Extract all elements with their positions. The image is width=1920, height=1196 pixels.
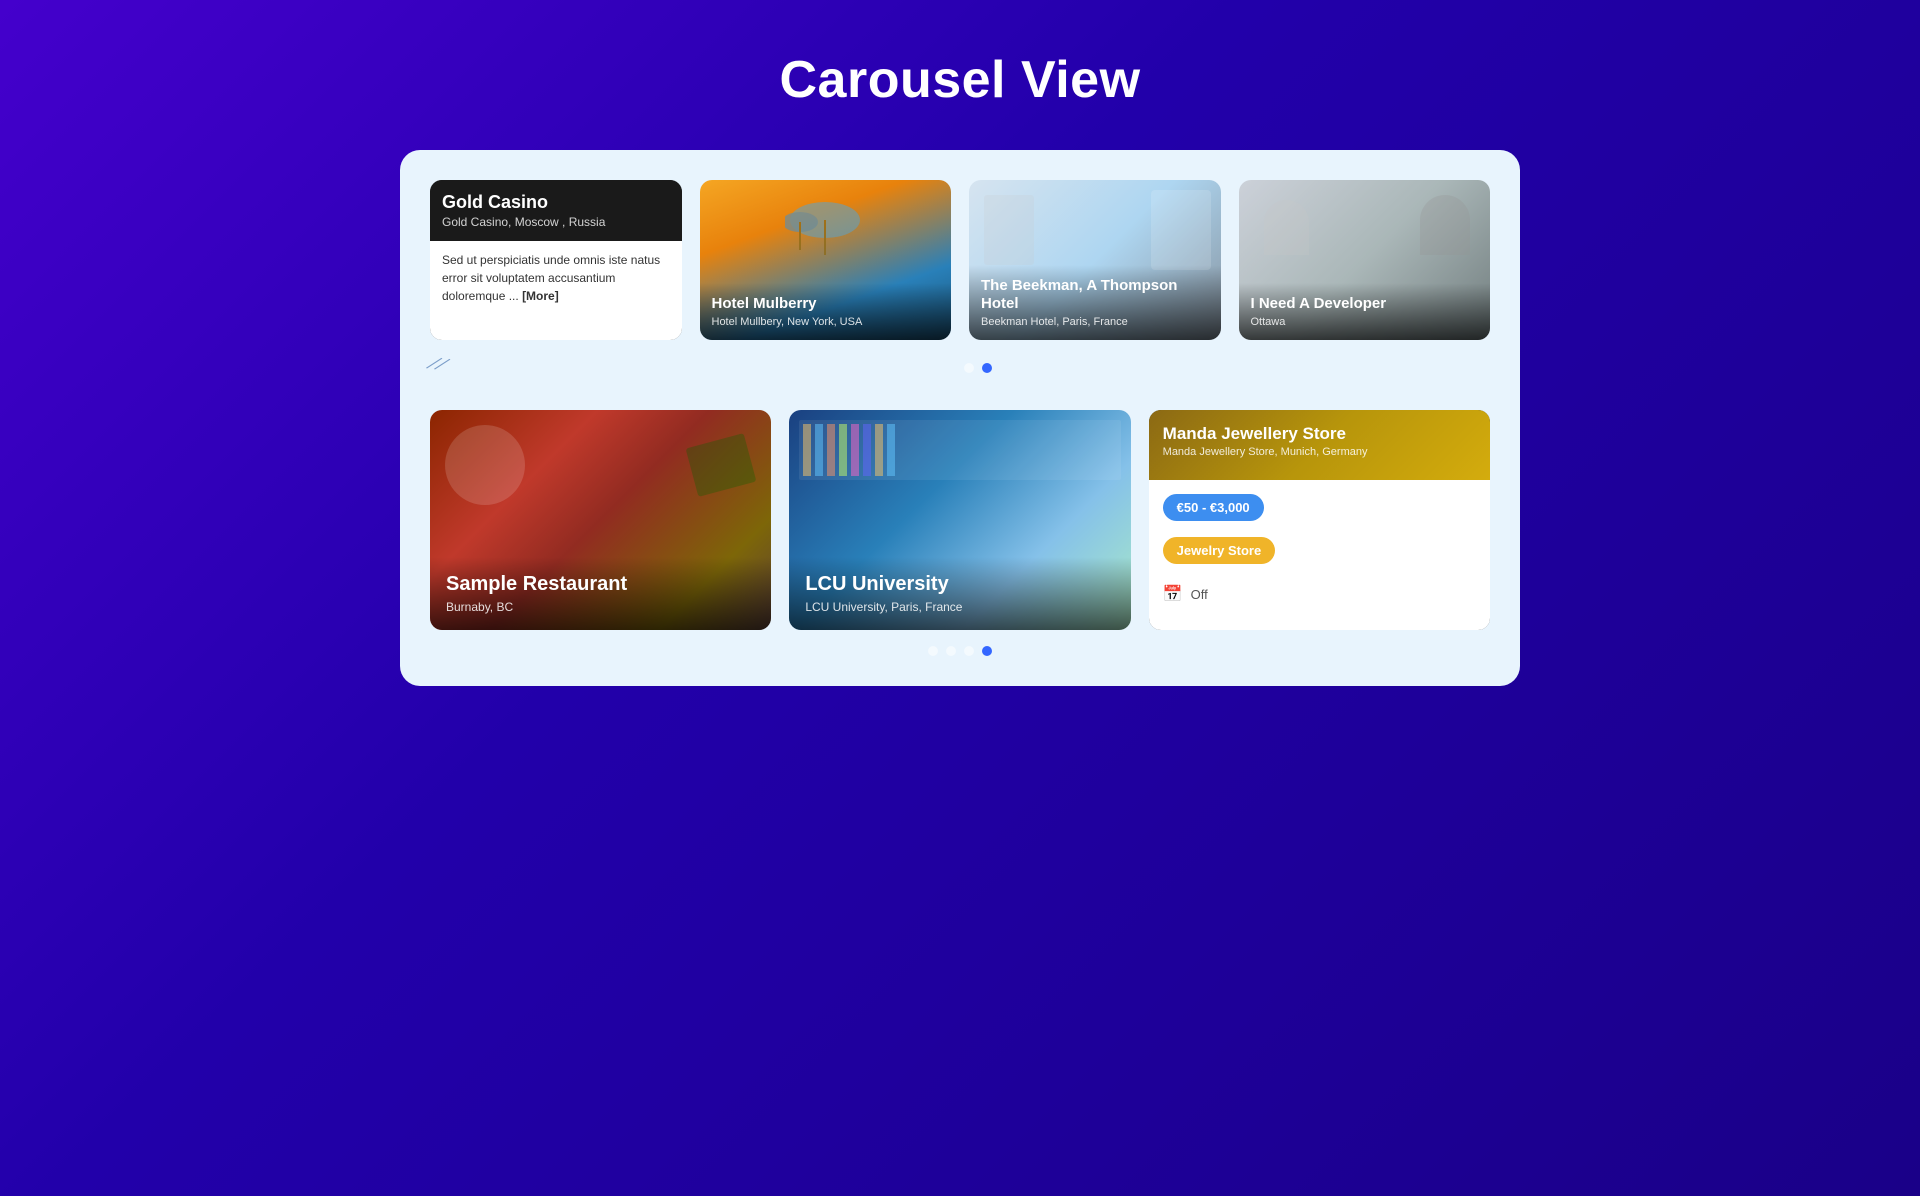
category-badge: Jewelry Store bbox=[1163, 537, 1276, 564]
top-carousel: Gold Casino Gold Casino, Moscow , Russia… bbox=[430, 180, 1490, 380]
casino-more[interactable]: [More] bbox=[522, 289, 559, 303]
casino-subtitle: Gold Casino, Moscow , Russia bbox=[442, 215, 670, 229]
beekman-subtitle: Beekman Hotel, Paris, France bbox=[981, 316, 1209, 328]
developer-subtitle: Ottawa bbox=[1251, 316, 1479, 328]
card-jewellery[interactable]: Manda Jewellery Store Manda Jewellery St… bbox=[1149, 410, 1490, 630]
hotel-mulberry-subtitle: Hotel Mullbery, New York, USA bbox=[712, 316, 940, 328]
price-badge: €50 - €3,000 bbox=[1163, 494, 1264, 521]
restaurant-title: Sample Restaurant bbox=[446, 573, 755, 596]
top-dot-1[interactable] bbox=[964, 363, 974, 373]
card-beekman[interactable]: The Beekman, A Thompson Hotel Beekman Ho… bbox=[969, 180, 1221, 340]
page-header: Carousel View bbox=[0, 0, 1920, 150]
card-university[interactable]: LCU University LCU University, Paris, Fr… bbox=[789, 410, 1130, 630]
university-title: LCU University bbox=[805, 573, 1114, 596]
beekman-title: The Beekman, A Thompson Hotel bbox=[981, 277, 1209, 313]
restaurant-subtitle: Burnaby, BC bbox=[446, 600, 755, 614]
top-dot-2[interactable] bbox=[982, 363, 992, 373]
bottom-carousel: Sample Restaurant Burnaby, BC bbox=[430, 410, 1490, 656]
developer-title: I Need A Developer bbox=[1251, 295, 1479, 313]
jewellery-title: Manda Jewellery Store bbox=[1163, 424, 1476, 444]
carousel-container: Gold Casino Gold Casino, Moscow , Russia… bbox=[400, 150, 1520, 686]
bottom-dot-2[interactable] bbox=[946, 646, 956, 656]
casino-title: Gold Casino bbox=[442, 192, 670, 213]
card-gold-casino[interactable]: Gold Casino Gold Casino, Moscow , Russia… bbox=[430, 180, 682, 340]
bottom-dot-3[interactable] bbox=[964, 646, 974, 656]
card-developer[interactable]: I Need A Developer Ottawa bbox=[1239, 180, 1491, 340]
bottom-dot-1[interactable] bbox=[928, 646, 938, 656]
top-dots bbox=[467, 363, 1490, 373]
status-label: Off bbox=[1191, 587, 1208, 602]
card-restaurant[interactable]: Sample Restaurant Burnaby, BC bbox=[430, 410, 771, 630]
hotel-mulberry-title: Hotel Mulberry bbox=[712, 295, 940, 313]
status-row: 📅 Off bbox=[1163, 584, 1476, 604]
bottom-dots bbox=[430, 646, 1490, 656]
jewellery-subtitle: Manda Jewellery Store, Munich, Germany bbox=[1163, 446, 1476, 458]
top-cards-row: Gold Casino Gold Casino, Moscow , Russia… bbox=[430, 180, 1490, 340]
carousel-arrow-left: ╱ ╱ bbox=[430, 356, 447, 372]
page-title: Carousel View bbox=[0, 50, 1920, 110]
card-hotel-mulberry[interactable]: Hotel Mulberry Hotel Mullbery, New York,… bbox=[700, 180, 952, 340]
bottom-dot-4[interactable] bbox=[982, 646, 992, 656]
calendar-icon: 📅 bbox=[1163, 584, 1183, 604]
university-subtitle: LCU University, Paris, France bbox=[805, 600, 1114, 614]
bottom-cards-row: Sample Restaurant Burnaby, BC bbox=[430, 410, 1490, 630]
